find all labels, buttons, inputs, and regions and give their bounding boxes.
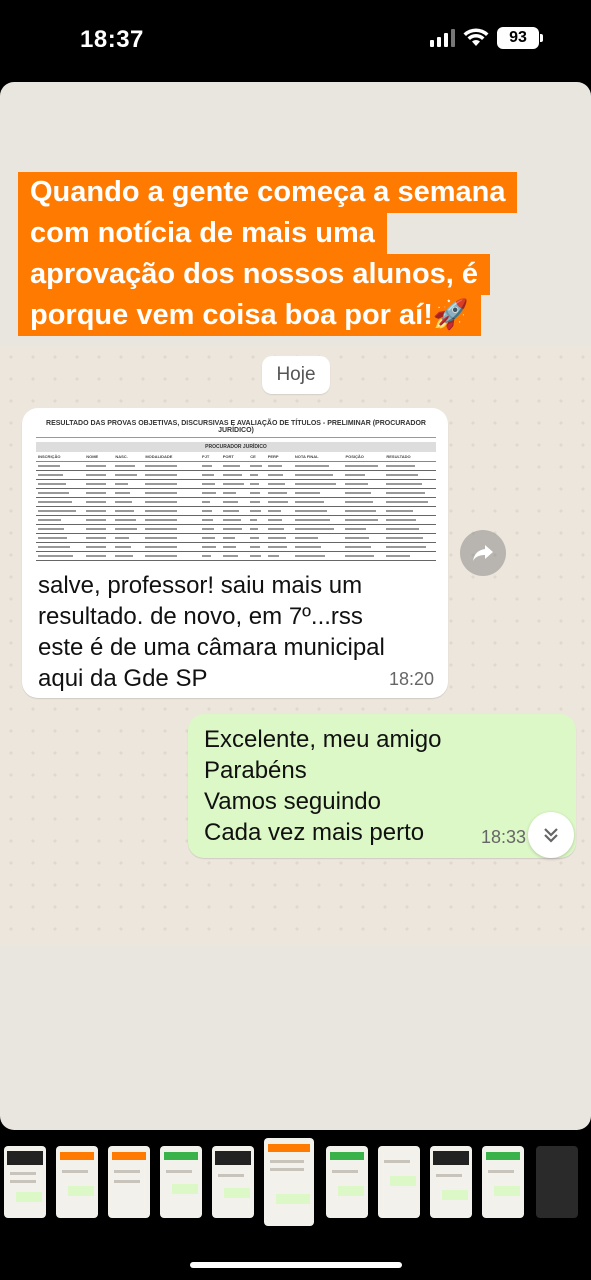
table-body <box>36 461 436 561</box>
document-subtitle: PROCURADOR JURÍDICO <box>36 442 436 452</box>
message-time: 18:20 <box>388 669 434 689</box>
table-row <box>36 542 436 552</box>
story-thumbnail[interactable] <box>160 1146 202 1218</box>
story-frame: Quando a gente começa a semana com notíc… <box>0 82 591 1130</box>
story-thumbnail[interactable] <box>326 1146 368 1218</box>
story-thumbnail[interactable] <box>536 1146 578 1218</box>
double-chevron-down-icon <box>544 828 558 843</box>
status-indicators: 93 <box>430 27 543 49</box>
column-header: RESULTADO <box>384 452 436 462</box>
column-header: CE <box>248 452 266 462</box>
table-row <box>36 551 436 561</box>
table-row <box>36 479 436 489</box>
table-row <box>36 470 436 480</box>
date-chip: Hoje <box>262 356 330 394</box>
battery-level: 93 <box>509 29 527 46</box>
column-header: PJT <box>200 452 221 462</box>
table-row <box>36 497 436 507</box>
table-row <box>36 461 436 471</box>
scroll-down-button[interactable] <box>528 812 574 858</box>
caption-line: porque vem coisa boa por aí!🚀 <box>18 295 481 336</box>
story-thumbnail[interactable] <box>482 1146 524 1218</box>
document-title: RESULTADO DAS PROVAS OBJETIVAS, DISCURSI… <box>36 416 436 438</box>
story-thumbnail[interactable] <box>212 1146 254 1218</box>
home-indicator[interactable] <box>190 1262 402 1268</box>
table-header-row: INSCRIÇÃO NOME NASC. MODALIDADE PJT PORT… <box>36 452 436 462</box>
column-header: NOME <box>84 452 114 462</box>
caption-line: Quando a gente começa a semana <box>18 172 518 213</box>
story-thumbnail[interactable] <box>108 1146 150 1218</box>
table-row <box>36 515 436 525</box>
document-image[interactable]: RESULTADO DAS PROVAS OBJETIVAS, DISCURSI… <box>36 416 436 564</box>
forward-button[interactable] <box>460 530 506 576</box>
table-row <box>36 506 436 516</box>
caption-line: com notícia de mais uma <box>18 213 387 254</box>
cellular-signal-icon <box>430 29 455 47</box>
story-thumbnail-strip <box>0 1136 591 1232</box>
story-thumbnail-active[interactable] <box>264 1138 314 1226</box>
column-header: NASC. <box>113 452 144 462</box>
battery-indicator: 93 <box>497 27 543 49</box>
message-text: Excelente, meu amigo Parabéns Vamos segu… <box>204 726 442 846</box>
column-header: POSIÇÃO <box>343 452 385 462</box>
column-header: PERP <box>265 452 293 462</box>
message-time: 18:33 <box>480 827 526 847</box>
status-time: 18:37 <box>80 26 144 53</box>
story-thumbnail[interactable] <box>4 1146 46 1218</box>
story-thumbnail[interactable] <box>430 1146 472 1218</box>
column-header: PORT <box>220 452 249 462</box>
column-header: NOTA FINAL <box>292 452 344 462</box>
forward-arrow-icon <box>473 545 493 561</box>
column-header: MODALIDADE <box>143 452 201 462</box>
incoming-message[interactable]: RESULTADO DAS PROVAS OBJETIVAS, DISCURSI… <box>22 408 448 698</box>
caption-line: aprovação dos nossos alunos, é <box>18 254 491 295</box>
results-table: INSCRIÇÃO NOME NASC. MODALIDADE PJT PORT… <box>36 452 436 561</box>
column-header: INSCRIÇÃO <box>36 452 85 462</box>
table-row <box>36 488 436 498</box>
story-thumbnail[interactable] <box>378 1146 420 1218</box>
outgoing-message[interactable]: Excelente, meu amigo Parabéns Vamos segu… <box>188 714 576 858</box>
status-bar: 18:37 93 <box>0 0 591 80</box>
story-caption: Quando a gente começa a semana com notíc… <box>18 172 548 336</box>
story-thumbnail[interactable] <box>56 1146 98 1218</box>
wifi-icon <box>463 28 489 46</box>
table-row <box>36 533 436 543</box>
table-row <box>36 524 436 534</box>
message-text: salve, professor! saiu mais um resultado… <box>38 572 385 692</box>
